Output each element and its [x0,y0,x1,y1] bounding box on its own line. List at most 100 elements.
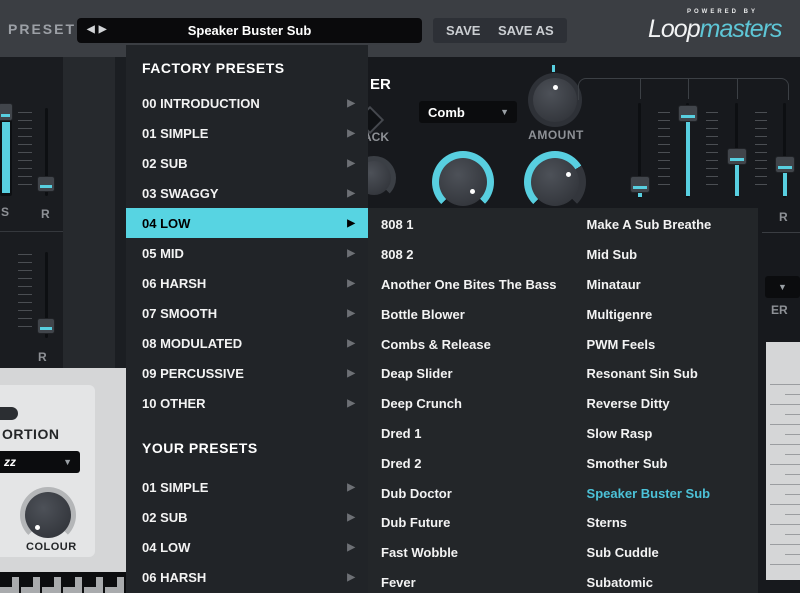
drive-knob[interactable] [439,158,487,206]
chevron-right-icon: ▶ [347,512,355,523]
save-as-button[interactable]: SAVE AS [485,18,567,43]
preset-item-label: 808 2 [381,247,414,262]
panel-gap-2 [115,57,126,368]
preset-item[interactable]: Resonant Sin Sub [587,359,758,389]
chevron-down-icon: ▼ [500,107,509,117]
drive-knob-dot [470,189,475,194]
preset-name-field[interactable]: ◀▶ Speaker Buster Sub [77,18,422,43]
slider-release-handle[interactable] [37,176,55,192]
cutoff-knob-dot [566,172,571,177]
mixer-stem [640,78,641,99]
preset-item[interactable]: Reverse Ditty [587,389,758,419]
preset-item[interactable]: Slow Rasp [587,419,758,449]
top-bar: PRESET ◀▶ Speaker Buster Sub SAVE SAVE A… [0,0,800,57]
mini-dropdown[interactable]: ▼ [765,276,800,298]
preset-category-item[interactable]: 04 LOW ▶ [126,208,368,238]
preset-item[interactable]: 808 2 [381,240,557,270]
section-title-partial: ER [370,76,391,93]
preset-item[interactable]: Dub Future [381,508,557,538]
preset-category-item[interactable]: 00 INTRODUCTION ▶ [126,88,368,118]
preset-item-label: PWM Feels [587,337,656,352]
preset-category-item[interactable]: 01 SIMPLE ▶ [126,472,368,502]
next-preset-button[interactable]: ▶ [99,24,111,35]
preset-item[interactable]: Subatomic [587,568,758,593]
preset-category-item[interactable]: 05 MID ▶ [126,238,368,268]
preset-item[interactable]: Dred 1 [381,419,557,449]
amount-knob-tick [552,65,555,72]
slider-label-r3: R [779,210,788,224]
preset-item[interactable]: Smother Sub [587,448,758,478]
preset-item[interactable]: Make A Sub Breathe [587,210,758,240]
mixer-stem [737,78,738,99]
preset-item-label: Smother Sub [587,456,668,471]
preset-category-item[interactable]: 04 LOW ▶ [126,532,368,562]
category-label: 08 MODULATED [142,336,242,351]
preset-item[interactable]: Multigenre [587,299,758,329]
preset-category-item[interactable]: 09 PERCUSSIVE ▶ [126,358,368,388]
preset-item[interactable]: Combs & Release [381,329,557,359]
preset-category-item[interactable]: 07 SMOOTH ▶ [126,298,368,328]
filter-type-dropdown[interactable]: Comb ▼ [419,101,517,123]
mixer-stem [688,78,689,99]
mixer-slider-3-handle[interactable] [727,148,747,165]
distortion-title-partial: ORTION [2,426,59,442]
mixer-slider-1-handle[interactable] [630,176,650,193]
slider-sustain-handle[interactable] [0,103,13,121]
cutoff-knob[interactable] [531,158,579,206]
preset-item-label: 808 1 [381,217,414,232]
amount-knob-dot [553,85,558,90]
preset-item[interactable]: Sub Cuddle [587,538,758,568]
preset-item[interactable]: 808 1 [381,210,557,240]
preset-item[interactable]: Dred 2 [381,448,557,478]
preset-category-item[interactable]: 06 HARSH ▶ [126,268,368,298]
distortion-type-dropdown[interactable]: zz ▼ [0,451,80,473]
preset-item-label: Dred 1 [381,426,421,441]
preset-item-label: Dub Doctor [381,486,452,501]
preset-submenu: 808 1 808 2 Another One Bites The Bass B… [368,208,758,593]
preset-item-label: Make A Sub Breathe [587,217,712,232]
slider-release-2-handle[interactable] [37,318,55,334]
preset-item[interactable]: Speaker Buster Sub [587,478,758,508]
prev-preset-button[interactable]: ◀ [87,24,99,35]
toggle-pill[interactable] [0,407,18,420]
category-label: 06 HARSH [142,570,206,585]
preset-item-label: Fast Wobble [381,545,458,560]
chevron-right-icon: ▶ [347,98,355,109]
preset-category-item[interactable]: 08 MODULATED ▶ [126,328,368,358]
your-presets-header: YOUR PRESETS [126,438,368,458]
chevron-right-icon: ▶ [347,218,355,229]
preset-category-item[interactable]: 01 SIMPLE ▶ [126,118,368,148]
preset-category-item[interactable]: 06 HARSH ▶ [126,562,368,592]
chevron-right-icon: ▶ [347,158,355,169]
amount-label: AMOUNT [527,128,585,142]
preset-item-label: Another One Bites The Bass [381,277,557,292]
preset-item[interactable]: Fast Wobble [381,538,557,568]
preset-item[interactable]: Mid Sub [587,240,758,270]
category-label: 09 PERCUSSIVE [142,366,244,381]
preset-item[interactable]: Minataur [587,270,758,300]
preset-category-item[interactable]: 02 SUB ▶ [126,502,368,532]
submenu-column-2: Make A Sub Breathe Mid Sub Minataur Mult… [557,210,758,593]
mixer-slider-2-handle[interactable] [678,105,698,122]
preset-item[interactable]: Bottle Blower [381,299,557,329]
preset-item[interactable]: PWM Feels [587,329,758,359]
piano-black-keys[interactable] [0,577,126,587]
preset-item-label: Subatomic [587,575,653,590]
preset-item[interactable]: Fever [381,568,557,593]
preset-item-label: Bottle Blower [381,307,465,322]
preset-category-item[interactable]: 02 SUB ▶ [126,148,368,178]
preset-item-label: Dred 2 [381,456,421,471]
preset-item[interactable]: Deep Crunch [381,389,557,419]
preset-category-item[interactable]: 10 OTHER ▶ [126,388,368,418]
preset-category-item[interactable]: 03 SWAGGY ▶ [126,178,368,208]
preset-item[interactable]: Another One Bites The Bass [381,270,557,300]
chevron-right-icon: ▶ [347,542,355,553]
tick-scale [658,112,670,192]
preset-item[interactable]: Sterns [587,508,758,538]
preset-item[interactable]: Deap Slider [381,359,557,389]
mixer-slider-4-handle[interactable] [775,156,795,173]
colour-knob[interactable] [25,492,71,538]
colour-knob-dot [35,525,40,530]
preset-item[interactable]: Dub Doctor [381,478,557,508]
mixer-slider-3-fill [735,165,739,196]
